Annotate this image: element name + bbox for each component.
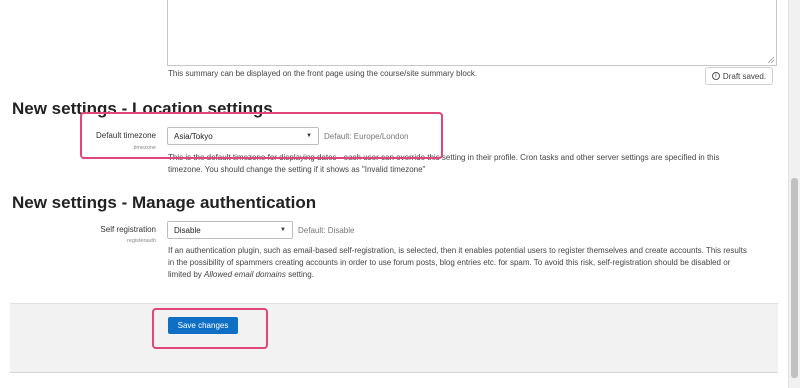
self-registration-selected-value: Disable	[174, 225, 201, 235]
allowed-email-domains-setting: Allowed email domains	[204, 270, 286, 279]
registration-desc-line3-post: setting.	[285, 270, 314, 279]
registration-desc-line3-pre: limited by	[168, 270, 205, 279]
vertical-scrollbar[interactable]	[788, 0, 800, 388]
registration-desc-line1: If an authentication plugin, such as ema…	[168, 246, 747, 255]
registration-desc-line2: in the possibility of spammers creating …	[168, 258, 731, 267]
summary-textarea[interactable]	[167, 0, 777, 66]
registration-desc-line3: limited by Allowed email domains setting…	[168, 269, 778, 281]
self-registration-description: If an authentication plugin, such as ema…	[168, 245, 778, 281]
form-footer	[10, 303, 778, 373]
auth-settings-heading: New settings - Manage authentication	[12, 193, 317, 212]
info-icon: i	[711, 72, 720, 80]
draft-saved-label: Draft saved.	[722, 71, 767, 81]
draft-saved-badge: i Draft saved.	[705, 67, 773, 85]
chevron-down-icon: ▼	[280, 227, 286, 233]
self-registration-label: Self registration	[100, 225, 156, 234]
self-registration-select[interactable]: Disable ▼	[167, 221, 293, 239]
scrollbar-thumb[interactable]	[791, 178, 798, 378]
self-registration-sublabel: registerauth	[126, 238, 156, 244]
summary-help-text: This summary can be displayed on the fro…	[168, 69, 478, 78]
timezone-highlight-box	[80, 112, 443, 159]
self-registration-default: Default: Disable	[298, 226, 355, 235]
resize-handle-icon[interactable]	[766, 55, 774, 63]
timezone-desc-line2: timezone. You should change the setting …	[168, 165, 426, 174]
save-button-highlight-box	[152, 308, 268, 349]
